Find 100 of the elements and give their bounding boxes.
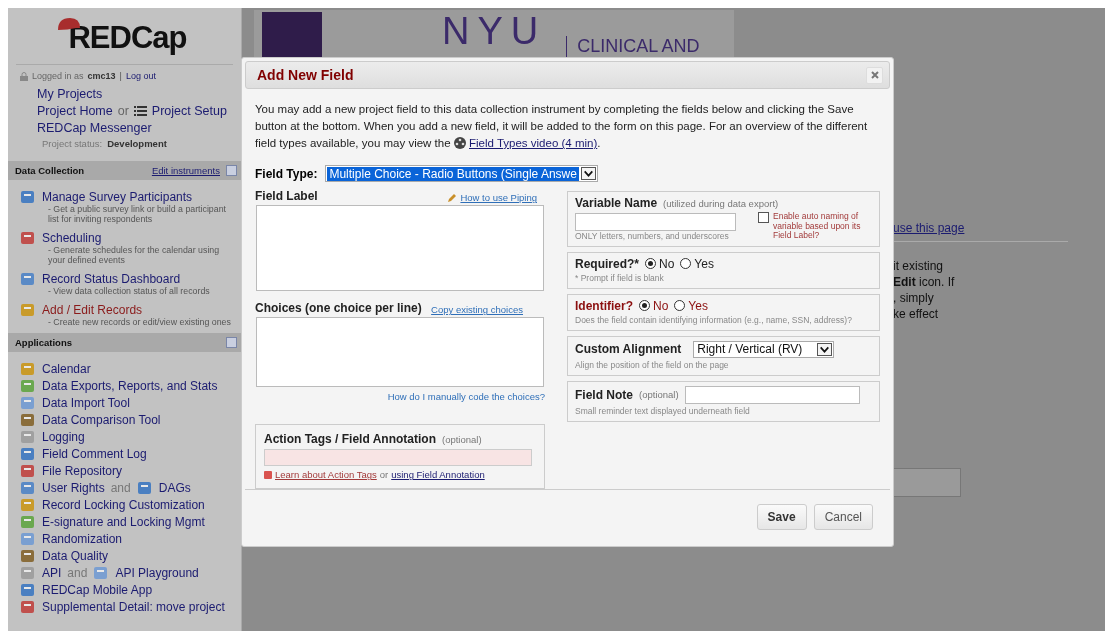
alignment-select[interactable]: Right / Vertical (RV) [693, 340, 835, 358]
collapse-icon[interactable] [226, 165, 237, 176]
field-note-hint: Small reminder text displayed underneath field [575, 405, 751, 416]
sidebar-link[interactable]: Project Setup [151, 104, 227, 118]
lock-icon [20, 71, 28, 81]
field-type-label: Field Type: [255, 166, 318, 181]
field-note-label: Field Note [575, 387, 633, 402]
app-icon [20, 430, 36, 444]
radio-option[interactable]: No [639, 298, 669, 313]
sidebar-link[interactable]: File Repository [42, 464, 123, 478]
cancel-button[interactable]: Cancel [813, 503, 873, 530]
sidebar-link[interactable]: Record Locking Customization [42, 498, 205, 512]
auto-naming-label: Enable auto naming of variable based upon its Field Label? [773, 212, 862, 241]
field-type-select[interactable]: Multiple Choice - Radio Buttons (Single Answe [325, 165, 598, 183]
app-icon [20, 231, 36, 245]
sidebar-link[interactable]: E-signature and Locking Mgmt [42, 515, 205, 529]
choices-label: Choices (one choice per line) [255, 301, 422, 316]
item-description: - View data collection status of all records [47, 286, 211, 296]
sidebar-link[interactable]: Field Comment Log [42, 447, 147, 461]
status-value: Development [107, 138, 167, 149]
variable-name-note: (utilized during data export) [663, 197, 779, 209]
app-icon [20, 498, 36, 512]
current-page-link[interactable]: Add / Edit Records [42, 303, 143, 317]
item-description: - Generate schedules for the calendar using your defined events [47, 245, 221, 265]
sidebar-link[interactable]: Project Home [37, 104, 113, 118]
sidebar-link[interactable]: REDCap Messenger [37, 121, 152, 135]
sidebar-link[interactable]: Data Import Tool [42, 396, 130, 410]
banner-logo-text: NYU [442, 10, 547, 52]
sidebar-link[interactable]: Supplemental Detail: move project [42, 600, 225, 614]
logout-link[interactable]: Log out [125, 71, 156, 81]
app-icon [93, 566, 110, 580]
sidebar-link[interactable]: Logging [42, 430, 85, 444]
sidebar-link[interactable]: Randomization [42, 532, 123, 546]
edit-instruments-link[interactable]: Edit instruments [151, 165, 220, 176]
pencil-icon [447, 192, 458, 203]
save-button[interactable]: Save [756, 503, 807, 530]
sidebar-link[interactable]: Manage Survey Participants [42, 190, 193, 204]
radio-option[interactable]: No [645, 256, 675, 271]
radio-option[interactable]: Yes [674, 298, 708, 313]
app-icon [20, 515, 36, 529]
sidebar-link[interactable]: Data Comparison Tool [42, 413, 161, 427]
app-icon [20, 190, 36, 204]
app-icon [20, 303, 36, 317]
sidebar-link[interactable]: API Playground [115, 566, 199, 580]
variable-name-hint: ONLY letters, numbers, and underscores [575, 230, 730, 241]
sidebar-link[interactable]: API [42, 566, 62, 580]
optional-note: (optional) [639, 389, 679, 401]
action-tags-input[interactable] [264, 449, 532, 467]
sidebar-link[interactable]: User Rights [42, 481, 105, 495]
app-icon [20, 379, 36, 393]
page-text: it existing [893, 259, 945, 273]
logo-block [262, 12, 322, 57]
connector-text: or [379, 469, 389, 481]
section-title: Applications [15, 337, 72, 348]
separator-text: | [119, 71, 122, 81]
variable-name-label: Variable Name [575, 196, 658, 211]
annotation-link[interactable]: using Field Annotation [391, 469, 485, 481]
connector-text: and [110, 481, 131, 495]
collapse-icon[interactable] [226, 337, 237, 348]
status-label: Project status: [42, 138, 103, 149]
list-icon [133, 106, 147, 116]
app-icon [20, 481, 36, 495]
app-icon [20, 413, 36, 427]
sidebar-link[interactable]: DAGs [158, 481, 191, 495]
intro-text: You may add a new project field to this data collection instrument by completing the fields below and clicking the Save button at the bottom. When you add a new field, it will be added to the form on this page. For an overview of the different field types available, you may view the Field Types video (4 min). [255, 102, 869, 152]
sidebar-link[interactable]: Data Quality [42, 549, 109, 563]
login-text: Logged in as [32, 71, 84, 81]
app-icon [20, 272, 36, 286]
required-label: Required?* [575, 256, 639, 271]
app-icon [20, 600, 36, 614]
variable-name-input[interactable] [575, 212, 736, 231]
piping-link[interactable]: How to use Piping [447, 192, 537, 204]
copy-choices-link[interactable]: Copy existing choices [431, 304, 523, 316]
sidebar-link[interactable]: Record Status Dashboard [42, 272, 181, 286]
sidebar-link[interactable]: Calendar [42, 362, 91, 376]
identifier-hint: Does the field contain identifying information (e.g., name, SSN, address)? [575, 314, 853, 325]
sidebar-link[interactable]: My Projects [37, 87, 103, 101]
field-label-input[interactable] [256, 205, 544, 292]
radio-option[interactable]: Yes [680, 256, 714, 271]
sidebar-link[interactable]: Data Exports, Reports, and Stats [42, 379, 218, 393]
app-icon [136, 481, 153, 495]
page-link[interactable]: use this page [893, 221, 1093, 235]
field-label-label: Field Label [255, 189, 318, 204]
action-tags-link[interactable]: Learn about Action Tags [264, 469, 377, 481]
page-text: , simply [893, 291, 935, 305]
optional-note: (optional) [442, 433, 482, 445]
sidebar-link[interactable]: Scheduling [42, 231, 102, 245]
app-icon [20, 549, 36, 563]
sidebar-link[interactable]: REDCap Mobile App [42, 583, 153, 597]
manual-code-link[interactable]: How do I manually code the choices? [387, 391, 545, 403]
close-button[interactable] [866, 66, 883, 84]
item-description: - Create new records or edit/view existing ones [47, 317, 232, 327]
connector-text: or [117, 104, 129, 118]
app-icon [20, 566, 36, 580]
choices-input[interactable] [256, 317, 544, 388]
auto-naming-checkbox[interactable] [758, 212, 769, 224]
item-description: - Get a public survey link or build a participant list for inviting respondents [47, 204, 227, 224]
close-icon [870, 71, 879, 80]
field-note-input[interactable] [684, 385, 860, 404]
app-icon [20, 447, 36, 461]
